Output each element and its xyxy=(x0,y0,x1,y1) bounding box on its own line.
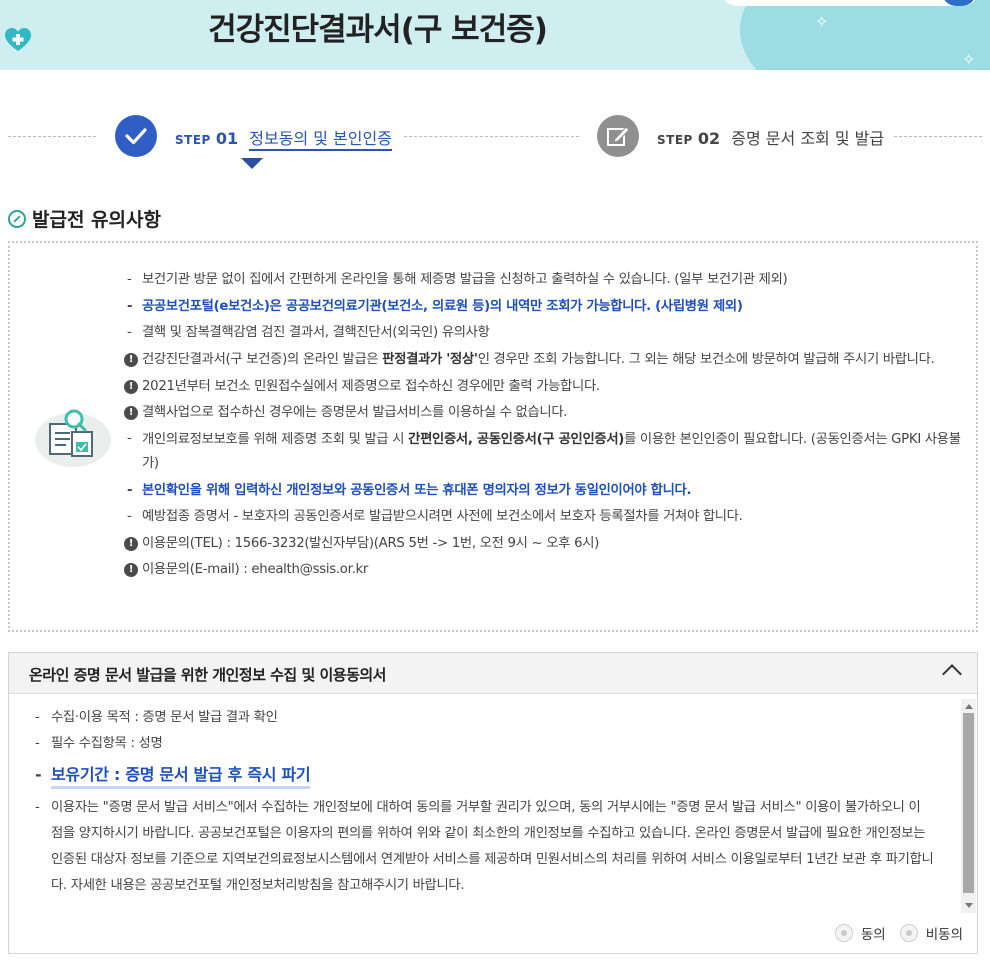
exclamation-icon: ! xyxy=(124,563,138,577)
step1-number: 01 xyxy=(215,129,239,148)
step2-label: STEP 02 증명 문서 조회 및 발급 xyxy=(657,125,884,149)
agreement-item-text: 수집·이용 목적 : 증명 문서 발급 결과 확인 xyxy=(51,710,278,725)
pencil-edit-icon xyxy=(597,115,639,157)
notice-item: ! 2021년부터 보건소 민원접수실에서 제증명으로 접수하신 경우에만 출력… xyxy=(124,374,974,401)
sparkle-icon: ✧ xyxy=(962,50,976,69)
agreement-title: 온라인 증명 문서 발급을 위한 개인정보 수집 및 이용동의서 xyxy=(29,666,386,684)
divider xyxy=(894,136,982,137)
step2-number: 02 xyxy=(697,129,721,148)
step-indicator: STEP 01 정보동의 및 본인인증 STEP 02 증명 문서 조회 및 발… xyxy=(0,112,990,172)
notice-item: ! 결핵사업으로 접수하신 경우에는 증명문서 발급서비스를 이용하실 수 없습… xyxy=(124,400,974,427)
notice-item-text: 인 경우만 조회 가능합니다. 그 외는 해당 보건소에 방문하여 발급해 주시… xyxy=(477,351,935,367)
page-banner: ✧ ✧ 건강진단결과서(구 보건증) xyxy=(0,0,990,70)
checkmark-icon xyxy=(115,115,157,157)
notice-list: 보건기관 방문 없이 집에서 간편하게 온라인을 통해 제증명 발급을 신청하고… xyxy=(124,267,974,584)
notice-item-text: 본인확인을 위해 입력하신 개인정보와 공동인증서 또는 휴대폰 명의자의 정보… xyxy=(142,482,692,498)
scrollbar-thumb[interactable] xyxy=(963,713,974,893)
notice-item-text: 개인의료정보보호를 위해 제증명 조회 및 발급 시 xyxy=(142,431,409,447)
notice-item: ! 건강진단결과서(구 보건증)의 온라인 발급은 판정결과가 '정상'인 경우… xyxy=(124,347,974,374)
disagree-radio-label: 비동의 xyxy=(925,927,963,943)
notice-item-emphasis: 판정결과가 '정상' xyxy=(382,351,478,367)
notice-item-text: 결핵 및 잠복결핵감염 검진 결과서, 결핵진단서(외국인) 유의사항 xyxy=(142,325,490,340)
notice-item-text: 건강진단결과서(구 보건증)의 온라인 발급은 xyxy=(142,351,383,367)
agree-radio[interactable]: 동의 xyxy=(834,923,886,943)
sparkle-icon: ✧ xyxy=(815,12,829,31)
agreement-item: 필수 수집항목 : 성명 xyxy=(35,731,935,757)
notice-item-text: 공공보건포털(e보건소)은 공공보건의료기관(보건소, 의료원 등)의 내역만 … xyxy=(142,298,743,314)
notice-item-text: 보건기관 방문 없이 집에서 간편하게 온라인을 통해 제증명 발급을 신청하고… xyxy=(142,272,788,287)
step1-text: 정보동의 및 본인인증 xyxy=(249,129,392,151)
privacy-agreement-panel: 온라인 증명 문서 발급을 위한 개인정보 수집 및 이용동의서 수집·이용 목… xyxy=(8,652,978,954)
agreement-scroll-area[interactable]: 수집·이용 목적 : 증명 문서 발급 결과 확인 필수 수집항목 : 성명 보… xyxy=(9,695,977,915)
exclamation-icon: ! xyxy=(124,352,138,367)
notice-box: 보건기관 방문 없이 집에서 간편하게 온라인을 통해 제증명 발급을 신청하고… xyxy=(8,241,978,632)
notice-item: ! 이용문의(TEL) : 1566-3232(발신자부담)(ARS 5번 ->… xyxy=(124,531,974,558)
notice-item: 결핵 및 잠복결핵감염 검진 결과서, 결핵진단서(외국인) 유의사항 xyxy=(124,320,974,347)
agreement-item: 수집·이용 목적 : 증명 문서 발급 결과 확인 xyxy=(35,705,935,731)
pen-circle-icon xyxy=(8,209,26,228)
notice-item-text: 결핵사업으로 접수하신 경우에는 증명문서 발급서비스를 이용하실 수 없습니다… xyxy=(142,405,568,420)
step1-word: STEP xyxy=(175,133,211,147)
agreement-radio-group: 동의 비동의 xyxy=(821,923,963,943)
page-title: 건강진단결과서(구 보건증) xyxy=(208,12,548,48)
agreement-item-text: 필수 수집항목 : 성명 xyxy=(51,736,163,751)
step2-word: STEP xyxy=(657,133,693,147)
step2-text: 증명 문서 조회 및 발급 xyxy=(731,129,885,148)
scrollbar[interactable] xyxy=(961,699,976,913)
scroll-down-icon[interactable] xyxy=(965,903,973,908)
notice-item: 공공보건포털(e보건소)은 공공보건의료기관(보건소, 의료원 등)의 내역만 … xyxy=(124,294,974,321)
notice-item-text: 예방접종 증명서 - 보호자의 공동인증서로 발급받으시려면 사전에 보건소에서… xyxy=(142,509,743,524)
agreement-item: 이용자는 "증명 문서 발급 서비스"에서 수집하는 개인정보에 대하여 동의를… xyxy=(35,795,935,899)
notice-item-text: 이용문의(E-mail) : ehealth@ssis.or.kr xyxy=(142,562,369,577)
agree-radio-label: 동의 xyxy=(860,927,886,943)
notice-item: 보건기관 방문 없이 집에서 간편하게 온라인을 통해 제증명 발급을 신청하고… xyxy=(124,267,974,294)
step2-edit-icon xyxy=(597,115,639,157)
step1-check-icon xyxy=(115,115,157,157)
banner-decoration xyxy=(740,0,990,70)
retention-period-text: 보유기간 : 증명 문서 발급 후 즉시 파기 xyxy=(51,765,311,789)
notice-item: ! 이용문의(E-mail) : ehealth@ssis.or.kr xyxy=(124,557,974,584)
current-step-arrow-icon xyxy=(241,158,263,169)
disagree-radio[interactable]: 비동의 xyxy=(899,923,963,943)
notice-item-text: 2021년부터 보건소 민원접수실에서 제증명으로 접수하신 경우에만 출력 가… xyxy=(142,378,600,394)
exclamation-icon: ! xyxy=(124,406,138,420)
notice-item: 예방접종 증명서 - 보호자의 공동인증서로 발급받으시려면 사전에 보건소에서… xyxy=(124,504,974,531)
search-box[interactable] xyxy=(720,0,980,6)
notice-item: 개인의료정보보호를 위해 제증명 조회 및 발급 시 간편인증서, 공동인증서(… xyxy=(124,427,974,478)
radio-dot-icon[interactable] xyxy=(834,924,853,942)
chevron-up-icon[interactable] xyxy=(942,664,962,684)
notice-item-text: 이용문의(TEL) : 1566-3232(발신자부담)(ARS 5번 -> 1… xyxy=(142,535,600,551)
radio-dot-icon[interactable] xyxy=(899,924,918,942)
agreement-item: 보유기간 : 증명 문서 발급 후 즉시 파기 xyxy=(35,757,935,793)
notice-title: 발급전 유의사항 xyxy=(32,209,161,231)
notice-item: 본인확인을 위해 입력하신 개인정보와 공동인증서 또는 휴대폰 명의자의 정보… xyxy=(124,478,974,505)
agreement-item-text: 이용자는 "증명 문서 발급 서비스"에서 수집하는 개인정보에 대하여 동의를… xyxy=(51,800,934,893)
step1-label: STEP 01 정보동의 및 본인인증 xyxy=(175,125,392,151)
agreement-list: 수집·이용 목적 : 증명 문서 발급 결과 확인 필수 수집항목 : 성명 보… xyxy=(35,705,935,899)
agreement-header[interactable]: 온라인 증명 문서 발급을 위한 개인정보 수집 및 이용동의서 xyxy=(9,653,977,694)
divider xyxy=(404,136,579,137)
exclamation-icon: ! xyxy=(124,379,138,394)
notice-item-emphasis: 간편인증서, 공동인증서(구 공인인증서) xyxy=(408,431,625,447)
document-magnifier-icon xyxy=(35,409,111,467)
scroll-up-icon[interactable] xyxy=(965,704,973,709)
divider xyxy=(8,136,96,137)
notice-heading: 발급전 유의사항 xyxy=(8,205,161,232)
exclamation-icon: ! xyxy=(124,536,138,551)
